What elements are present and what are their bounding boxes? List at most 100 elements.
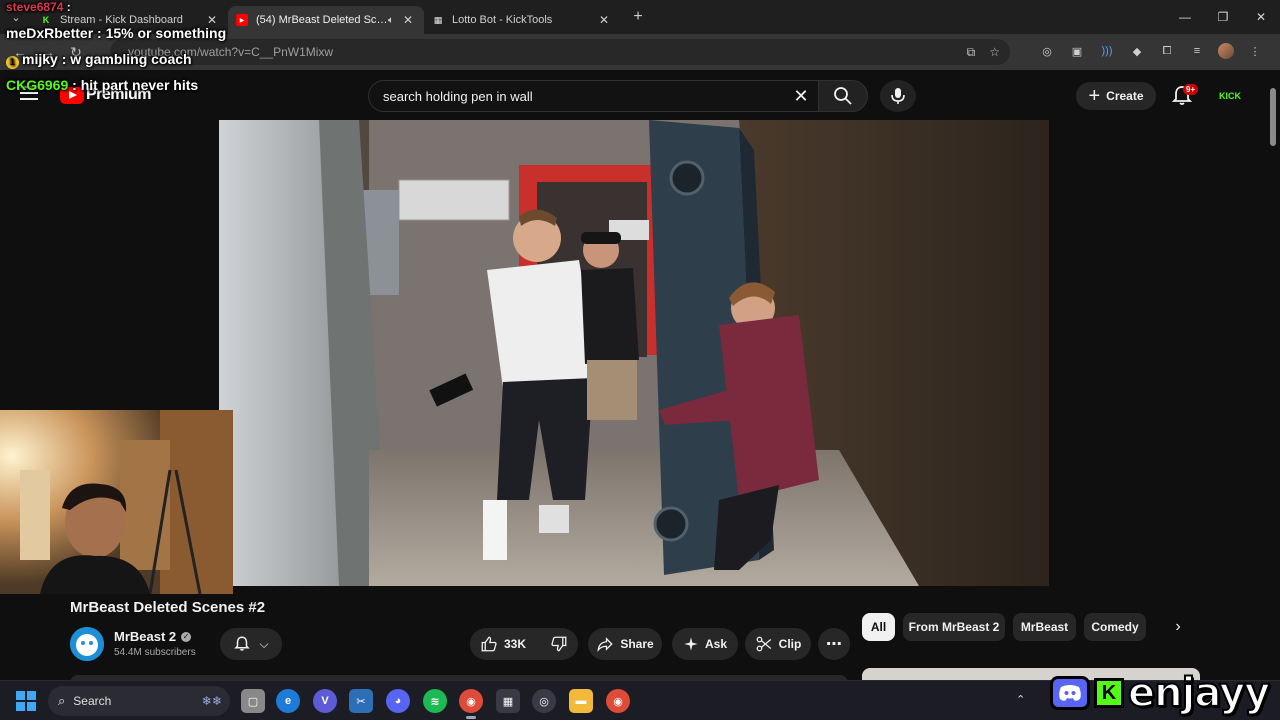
vpn-app-icon[interactable]: V <box>313 689 337 713</box>
profile-avatar[interactable] <box>1218 43 1234 59</box>
minimize-icon[interactable]: — <box>1166 0 1204 34</box>
kicktools-favicon-icon: ▦ <box>433 14 443 25</box>
chrome-app-icon[interactable]: ◉ <box>459 689 483 719</box>
clear-search-icon[interactable]: ✕ <box>788 84 814 108</box>
file-explorer-icon[interactable]: ▬ <box>569 689 593 713</box>
share-label: Share <box>620 637 654 651</box>
video-title: MrBeast Deleted Scenes #2 <box>70 599 266 616</box>
bookmark-star-icon[interactable]: ☆ <box>989 45 1000 60</box>
channel-avatar[interactable] <box>70 627 104 661</box>
chrome-menu-icon[interactable]: ⋮ <box>1246 42 1264 60</box>
voice-search-button[interactable] <box>880 80 916 112</box>
chat-username: mijky <box>22 51 58 67</box>
create-label: Create <box>1106 89 1144 103</box>
verified-check-icon: ✓ <box>181 631 192 642</box>
clip-button[interactable]: Clip <box>745 628 811 660</box>
like-dislike-group: 33K <box>470 628 578 660</box>
webcam-feed <box>0 410 233 594</box>
tab-youtube-video[interactable]: ▶ (54) MrBeast Deleted Scenes #2 🔈︎ ✕ <box>228 6 424 34</box>
close-tab-icon[interactable]: ✕ <box>596 13 612 27</box>
snipping-tool-icon[interactable]: ✂ <box>349 689 373 713</box>
close-tab-icon[interactable]: ✕ <box>400 13 416 27</box>
notification-badge: 9+ <box>1183 84 1199 95</box>
task-view-icon[interactable]: ▢ <box>241 689 265 713</box>
account-avatar-text: KICK <box>1219 90 1241 101</box>
chat-username: meDxRbetter <box>6 25 94 41</box>
tray-chevron-up-icon[interactable]: ⌃ <box>1016 693 1025 706</box>
obs-app-icon[interactable]: ◎ <box>532 689 556 713</box>
extensions-puzzle-icon[interactable]: ⧠ <box>1158 42 1176 60</box>
like-button[interactable]: 33K <box>468 628 538 660</box>
extension-audio-icon[interactable]: ))) <box>1098 42 1116 60</box>
clip-label: Clip <box>778 637 802 651</box>
account-avatar[interactable]: KICK <box>1216 84 1244 108</box>
chat-text: : 15% or something <box>93 25 227 41</box>
channel-name[interactable]: MrBeast 2 ✓ <box>114 629 192 644</box>
extension-image-icon[interactable]: ▣ <box>1068 42 1086 60</box>
video-player[interactable] <box>219 120 1049 586</box>
search-icon <box>834 87 852 105</box>
edge-browser-icon[interactable]: e <box>276 689 300 713</box>
microphone-icon <box>891 88 905 104</box>
discord-face-icon <box>1059 685 1081 701</box>
channel-name-text: MrBeast 2 <box>114 629 177 644</box>
window-controls: — ❐ ✕ <box>1166 0 1280 34</box>
address-bar[interactable]: youtube.com/watch?v=C__PnW1Mixw ⧉ ☆ <box>110 39 1010 65</box>
chrome-profile-app-icon[interactable]: ◉ <box>606 689 630 713</box>
speaker-icon[interactable]: 🔈︎ <box>388 15 394 26</box>
page-scrollbar[interactable] <box>1270 88 1276 146</box>
chat-username: steve6874 <box>6 0 64 14</box>
chat-badge-icon: 1 <box>6 56 19 69</box>
chat-message: 1 mijky : w gambling coach <box>6 51 192 69</box>
more-actions-button[interactable]: ⋯ <box>818 628 850 660</box>
chip-mrbeast[interactable]: MrBeast <box>1013 613 1076 641</box>
chip-from-channel[interactable]: From MrBeast 2 <box>903 613 1005 641</box>
extension-glasses-icon[interactable]: ◎ <box>1038 42 1056 60</box>
ask-button[interactable]: Ask <box>672 628 738 660</box>
ask-label: Ask <box>704 637 727 651</box>
channel-avatar-image <box>70 627 104 661</box>
windows-start-icon[interactable] <box>16 691 36 711</box>
search-button[interactable] <box>818 80 868 112</box>
new-tab-button[interactable]: + <box>624 8 652 26</box>
share-arrow-icon <box>597 637 613 653</box>
install-app-icon[interactable]: ⧉ <box>967 45 976 60</box>
kick-logo-icon: K <box>1094 678 1124 708</box>
tab-title: Lotto Bot - KickTools <box>452 14 553 26</box>
streamer-name: enjayy <box>1127 669 1271 717</box>
chip-comedy[interactable]: Comedy <box>1084 613 1146 641</box>
bell-icon <box>234 636 251 651</box>
discord-logo-icon <box>1050 676 1090 710</box>
chat-text: : w gambling coach <box>57 51 192 67</box>
screen: ⌄ K Stream - Kick Dashboard ✕ ▶ (54) MrB… <box>0 0 1280 720</box>
calculator-app-icon[interactable]: ▦ <box>496 689 520 713</box>
restore-icon[interactable]: ❐ <box>1204 0 1242 34</box>
chip-all[interactable]: All <box>862 613 895 641</box>
plus-icon: + <box>1088 85 1101 107</box>
discord-app-icon[interactable]: ◕ <box>386 689 410 713</box>
thumbs-down-icon <box>551 636 567 652</box>
taskbar-search[interactable]: ⌕ Search ❄❄ <box>48 686 230 716</box>
subscribed-notifications-button[interactable]: ⌵ <box>220 628 282 660</box>
dislike-button[interactable] <box>538 628 580 660</box>
chevron-down-icon: ⌵ <box>259 636 269 651</box>
thumbs-up-icon <box>481 636 497 652</box>
youtube-favicon-icon: ▶ <box>236 14 248 26</box>
spotify-app-icon[interactable]: ≋ <box>423 689 447 713</box>
like-count: 33K <box>504 637 527 651</box>
chip-label: Comedy <box>1091 620 1139 634</box>
create-button[interactable]: + Create <box>1076 82 1156 110</box>
search-input[interactable]: search holding pen in wall <box>368 80 820 112</box>
chip-label: From MrBeast 2 <box>908 620 1000 634</box>
tab-lotto-bot[interactable]: ▦ Lotto Bot - KickTools ✕ <box>424 6 620 34</box>
video-frame <box>219 120 1049 586</box>
chevron-right-icon[interactable]: › <box>1168 616 1188 638</box>
chat-message: CKG6969 : hit part never hits <box>6 77 198 93</box>
close-window-icon[interactable]: ✕ <box>1242 0 1280 34</box>
chat-message: meDxRbetter : 15% or something <box>6 25 226 41</box>
share-button[interactable]: Share <box>588 628 662 660</box>
sparkle-icon <box>684 637 698 651</box>
extension-diamond-icon[interactable]: ◆ <box>1128 42 1146 60</box>
tab-title: (54) MrBeast Deleted Scenes #2 <box>256 14 388 26</box>
media-control-icon[interactable]: ≡ <box>1188 42 1206 60</box>
